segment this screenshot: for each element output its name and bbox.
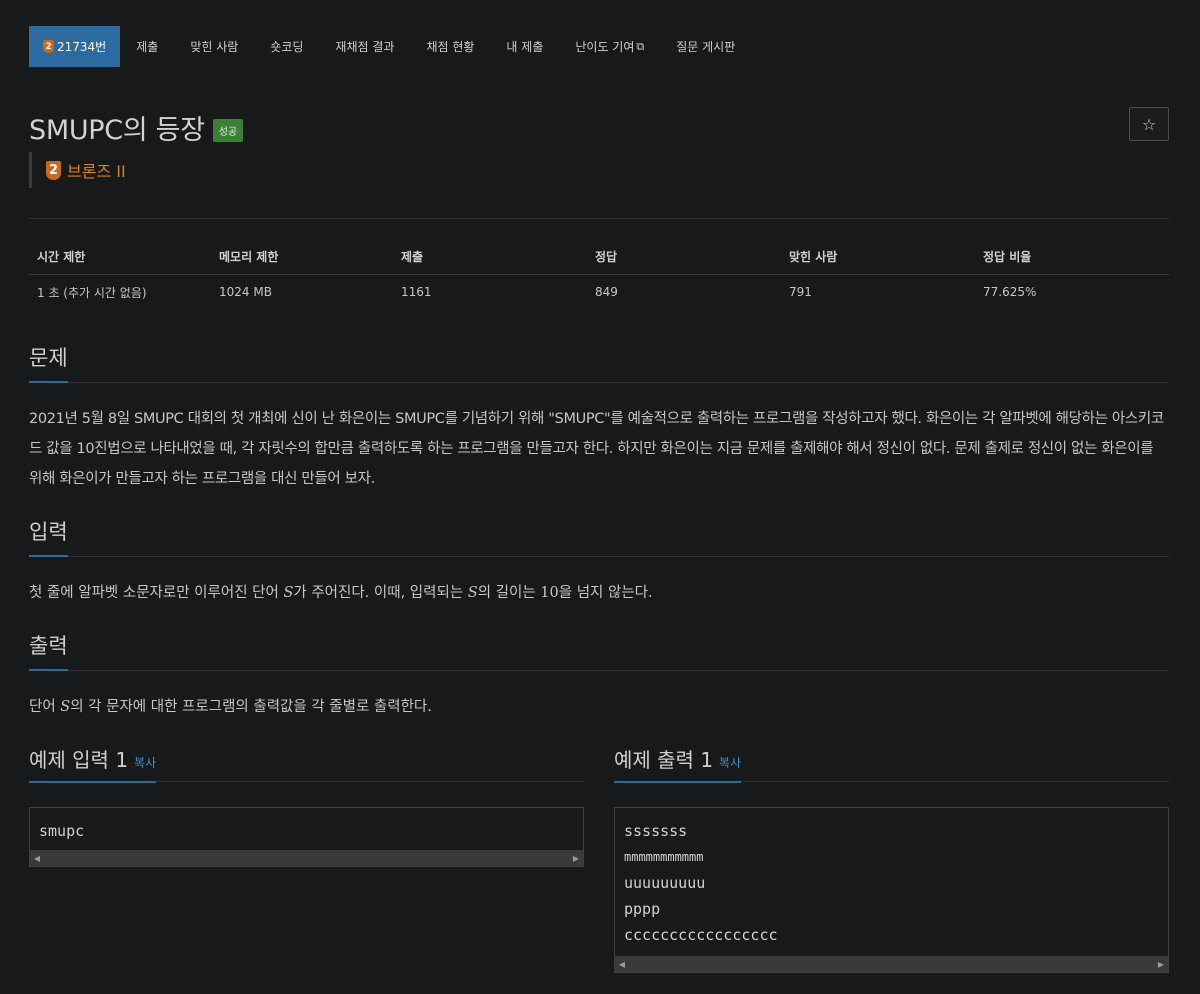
sample-output-header: 예제 출력 1 복사 — [614, 744, 1169, 783]
sample-output-line: ccccccccccccccccc — [624, 926, 778, 944]
problem-nav: 2 21734번 제출 맞힌 사람 숏코딩 재채점 결과 채점 현황 내 제출 … — [29, 26, 751, 67]
nav-judge-status[interactable]: 채점 현황 — [410, 26, 490, 67]
nav-problem-id-label: 21734번 — [57, 40, 107, 54]
header-memory-limit: 메모리 제한 — [211, 240, 393, 275]
status-badge: 성공 — [212, 119, 244, 142]
nav-submit[interactable]: 제출 — [120, 26, 174, 67]
sample-input-header: 예제 입력 1 복사 — [29, 744, 584, 783]
nav-question-board[interactable]: 질문 게시판 — [660, 26, 751, 67]
solvers-value: 791 — [789, 285, 812, 300]
nav-solvers[interactable]: 맞힌 사람 — [174, 26, 254, 67]
sample-input-box[interactable]: smupc ◀ ▶ — [29, 807, 584, 867]
problem-info-table: 시간 제한 메모리 제한 제출 정답 맞힌 사람 정답 비율 1 초 (추가 시… — [29, 240, 1169, 310]
tier-name[interactable]: 브론즈 II — [67, 158, 126, 182]
math-var: S — [283, 585, 294, 601]
input-section-header: 입력 — [29, 516, 1169, 557]
copy-input-link[interactable]: 복사 — [134, 756, 156, 770]
copy-output-link[interactable]: 복사 — [719, 756, 741, 770]
bronze-tier-badge-icon: 2 — [43, 40, 54, 53]
header-accepted: 정답 — [587, 240, 781, 275]
external-link-icon: ⧉ — [636, 39, 645, 53]
sample-output-title: 예제 출력 1 — [614, 748, 714, 772]
title-row: SMUPC의 등장 성공 — [29, 108, 244, 147]
problem-section-header: 문제 — [29, 342, 1169, 383]
table-row: 1 초 (추가 시간 없음) 1024 MB 1161 849 791 77.6… — [29, 274, 1169, 310]
scroll-right-icon[interactable]: ▶ — [1154, 956, 1168, 972]
math-var: S — [467, 585, 478, 601]
time-limit-value: 1 초 (추가 시간 없음) — [37, 285, 147, 300]
nav-problem-id[interactable]: 2 21734번 — [29, 26, 121, 67]
memory-limit-value: 1024 MB — [219, 285, 272, 300]
submissions-value: 1161 — [401, 285, 432, 300]
nav-difficulty-contribution[interactable]: 난이도 기여 ⧉ — [559, 26, 660, 67]
header-accept-ratio: 정답 비율 — [975, 240, 1169, 275]
favorite-button[interactable]: ☆ — [1129, 107, 1169, 141]
nav-difficulty-label: 난이도 기여 — [575, 40, 635, 54]
bronze-tier-icon: 2 — [46, 160, 61, 180]
sample-output-line: sssssss — [624, 822, 688, 840]
horizontal-scrollbar[interactable]: ◀ ▶ — [615, 956, 1168, 972]
sample-input-title: 예제 입력 1 — [29, 748, 129, 772]
divider — [29, 218, 1169, 219]
accept-ratio-value: 77.625% — [983, 285, 1037, 300]
nav-short-coding[interactable]: 숏코딩 — [254, 26, 319, 67]
header-time-limit: 시간 제한 — [29, 240, 211, 275]
page-title: SMUPC의 등장 — [29, 115, 205, 146]
horizontal-scrollbar[interactable]: ◀ ▶ — [30, 850, 583, 866]
sample-input-column: 예제 입력 1 복사 smupc ◀ ▶ — [29, 744, 584, 867]
accepted-value: 849 — [595, 285, 618, 300]
output-section-header: 출력 — [29, 630, 1169, 671]
sample-output-box[interactable]: sssssss mmmmmmmmmmm uuuuuuuuu pppp ccccc… — [614, 807, 1169, 973]
input-section-title: 입력 — [29, 516, 68, 557]
scroll-left-icon[interactable]: ◀ — [615, 956, 629, 972]
math-var: S — [60, 699, 71, 715]
header-submissions: 제출 — [393, 240, 587, 275]
output-section-title: 출력 — [29, 630, 68, 671]
sample-output-column: 예제 출력 1 복사 sssssss mmmmmmmmmmm uuuuuuuuu … — [614, 744, 1169, 973]
header-solvers: 맞힌 사람 — [781, 240, 975, 275]
input-description: 첫 줄에 알파벳 소문자로만 이루어진 단어 S가 주어진다. 이때, 입력되는… — [29, 585, 653, 601]
nav-rejudge-results[interactable]: 재채점 결과 — [319, 26, 410, 67]
sample-output-line: mmmmmmmmmmm — [624, 850, 704, 864]
math-number: 10 — [540, 585, 559, 601]
output-description: 단어 S의 각 문자에 대한 프로그램의 출력값을 각 줄별로 출력한다. — [29, 699, 432, 715]
scroll-right-icon[interactable]: ▶ — [569, 850, 583, 866]
sample-output-line: pppp — [624, 900, 661, 918]
problem-description: 2021년 5월 8일 SMUPC 대회의 첫 개최에 신이 난 화은이는 SM… — [29, 411, 1164, 487]
table-header-row: 시간 제한 메모리 제한 제출 정답 맞힌 사람 정답 비율 — [29, 240, 1169, 275]
scroll-left-icon[interactable]: ◀ — [30, 850, 44, 866]
tier-indicator: 2 브론즈 II — [29, 152, 126, 188]
sample-input-line: smupc — [39, 822, 85, 840]
sample-output-line: uuuuuuuuu — [624, 874, 706, 892]
star-icon: ☆ — [1141, 114, 1157, 134]
problem-section-title: 문제 — [29, 342, 68, 383]
nav-my-submissions[interactable]: 내 제출 — [490, 26, 559, 67]
